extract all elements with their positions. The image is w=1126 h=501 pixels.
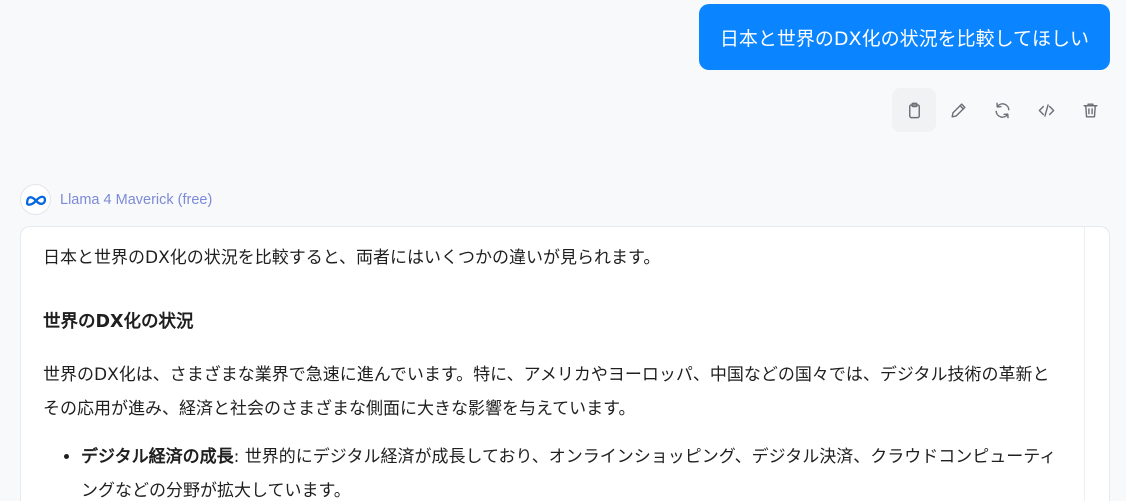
chat-page: 日本と世界のDX化の状況を比較してほしい Llama 4 Maverick (f… <box>0 0 1126 501</box>
message-action-bar <box>892 88 1112 132</box>
answer-content: 日本と世界のDX化の状況を比較すると、両者にはいくつかの違いが見られます。 世界… <box>21 227 1085 501</box>
delete-button[interactable] <box>1068 88 1112 132</box>
trash-icon <box>1082 102 1098 118</box>
bullet-list: デジタル経済の成長: 世界的にデジタル経済が成長しており、オンラインショッピング… <box>43 440 1062 501</box>
bullet-title: デジタル経済の成長 <box>81 447 234 467</box>
refresh-icon <box>994 102 1010 118</box>
code-icon <box>1038 103 1054 117</box>
answer-intro: 日本と世界のDX化の状況を比較すると、両者にはいくつかの違いが見られます。 <box>43 248 661 268</box>
assistant-answer-card: 日本と世界のDX化の状況を比較すると、両者にはいくつかの違いが見られます。 世界… <box>20 226 1110 501</box>
view-source-button[interactable] <box>1024 88 1068 132</box>
section-heading: 世界のDX化の状況 <box>43 312 194 332</box>
model-avatar <box>20 184 51 215</box>
regenerate-button[interactable] <box>980 88 1024 132</box>
model-name: Llama 4 Maverick (free) <box>60 191 213 208</box>
copy-button[interactable] <box>892 88 936 132</box>
section-body: 世界のDX化は、さまざまな業界で急速に進んでいます。特に、アメリカやヨーロッパ、… <box>43 365 1050 419</box>
user-message-bubble: 日本と世界のDX化の状況を比較してほしい <box>698 4 1110 70</box>
edit-button[interactable] <box>936 88 980 132</box>
list-item: デジタル経済の成長: 世界的にデジタル経済が成長しており、オンラインショッピング… <box>81 440 1062 501</box>
clipboard-icon <box>908 102 920 118</box>
meta-logo-icon <box>25 195 46 206</box>
pencil-icon <box>950 102 966 118</box>
assistant-header: Llama 4 Maverick (free) <box>20 184 212 215</box>
user-message-text: 日本と世界のDX化の状況を比較してほしい <box>719 27 1089 50</box>
